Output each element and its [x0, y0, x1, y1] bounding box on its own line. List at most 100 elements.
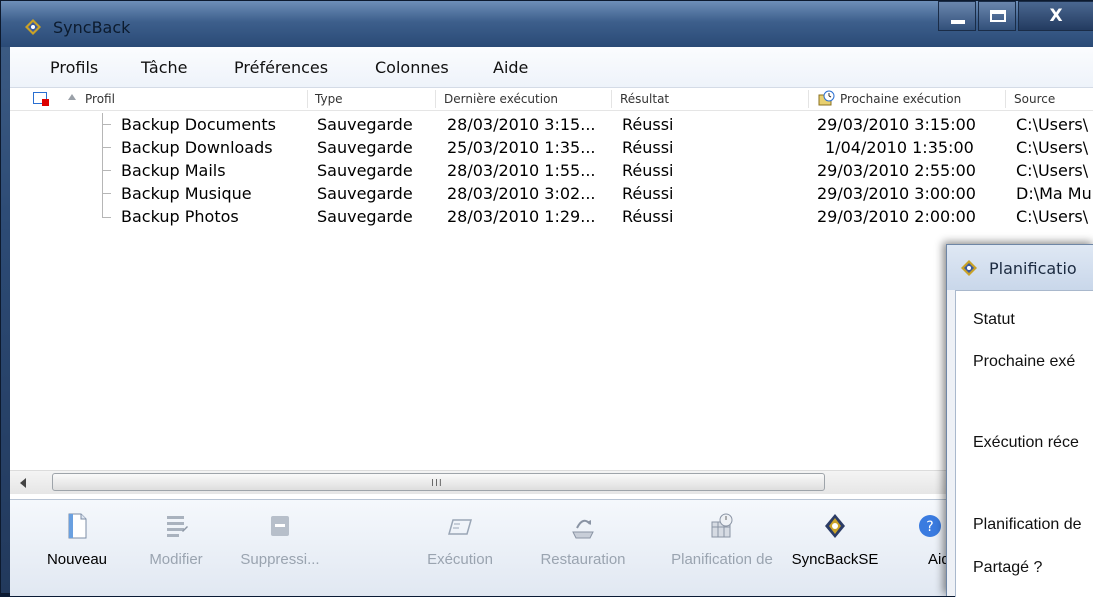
planification-button[interactable]: Planification de: [660, 500, 784, 596]
cell-source: C:\Users\: [1016, 115, 1089, 134]
cell-derniere-execution: 28/03/2010 1:55...: [447, 161, 596, 180]
dialog-body: Statut Prochaine exé Exécution réce Plan…: [955, 290, 1093, 597]
menu-bar: Profils Tâche Préférences Colonnes Aide: [10, 47, 1093, 88]
profile-row[interactable]: Backup Musique Sauvegarde 28/03/2010 3:0…: [10, 182, 1093, 205]
title-bar[interactable]: SyncBack X: [1, 1, 1093, 47]
column-divider[interactable]: [611, 90, 612, 108]
help-icon: ?: [919, 515, 941, 537]
cell-derniere-execution: 25/03/2010 1:35...: [447, 138, 596, 157]
scrollbar-grip: III: [431, 478, 443, 489]
cell-type: Sauvegarde: [317, 207, 413, 226]
svg-text:?: ?: [926, 519, 933, 535]
cell-resultat: Réussi: [622, 184, 674, 203]
column-divider[interactable]: [307, 90, 308, 108]
profile-row[interactable]: Backup Downloads Sauvegarde 25/03/2010 1…: [10, 136, 1093, 159]
cell-profil: Backup Documents: [121, 115, 276, 134]
maximize-button[interactable]: [978, 1, 1016, 31]
cell-derniere-execution: 28/03/2010 3:02...: [447, 184, 596, 203]
cell-source: C:\Users\: [1016, 207, 1089, 226]
planification-label: Planification de: [973, 516, 1082, 533]
restauration-label: Restauration: [540, 551, 626, 568]
nouveau-label: Nouveau: [46, 551, 108, 568]
statut-label: Statut: [973, 311, 1015, 328]
syncbackse-button[interactable]: SyncBackSE: [784, 500, 886, 596]
column-header-resultat[interactable]: Résultat: [620, 92, 669, 106]
cell-type: Sauvegarde: [317, 161, 413, 180]
suppression-button[interactable]: Suppressi...: [232, 500, 328, 596]
aide-button[interactable]: ? Aid: [916, 500, 946, 596]
syncbackse-label: SyncBackSE: [791, 551, 879, 568]
modifier-button[interactable]: Modifier: [142, 500, 210, 596]
cell-resultat: Réussi: [622, 138, 674, 157]
column-header-type[interactable]: Type: [315, 92, 343, 106]
dialog-title: Planificatio: [989, 259, 1077, 278]
cell-type: Sauvegarde: [317, 184, 413, 203]
cell-type: Sauvegarde: [317, 115, 413, 134]
cell-prochaine-execution: 29/03/2010 2:55:00: [817, 161, 976, 180]
column-header-profil[interactable]: Profil: [85, 92, 115, 106]
scroll-left-arrow-icon[interactable]: [20, 478, 26, 488]
menu-aide[interactable]: Aide: [493, 58, 528, 77]
menu-colonnes[interactable]: Colonnes: [375, 58, 449, 77]
scrollbar-thumb[interactable]: III: [52, 473, 825, 491]
syncback-app-icon: [25, 19, 41, 35]
cell-resultat: Réussi: [622, 207, 674, 226]
list-header: Profil Type Dernière exécution Résultat …: [10, 88, 1093, 111]
client-area: Profils Tâche Préférences Colonnes Aide …: [10, 47, 1093, 596]
column-chooser-icon[interactable]: [33, 92, 49, 106]
syncback-window: SyncBack X Profils Tâche Préférences Col…: [0, 0, 1093, 597]
restauration-button[interactable]: Restauration: [530, 500, 636, 596]
cell-source: C:\Users\: [1016, 161, 1089, 180]
column-divider[interactable]: [1005, 90, 1006, 108]
minimize-button[interactable]: [938, 1, 976, 31]
edit-list-icon: [167, 516, 188, 537]
horizontal-scrollbar[interactable]: III: [10, 470, 946, 494]
cell-source: C:\Users\: [1016, 138, 1089, 157]
cell-resultat: Réussi: [622, 115, 674, 134]
profile-row[interactable]: Backup Mails Sauvegarde 28/03/2010 1:55.…: [10, 159, 1093, 182]
cell-derniere-execution: 28/03/2010 3:15...: [447, 115, 596, 134]
cell-prochaine-execution: 29/03/2010 3:00:00: [817, 184, 976, 203]
schedule-icon: [711, 513, 733, 538]
cell-prochaine-execution: 29/03/2010 3:15:00: [817, 115, 976, 134]
schedule-clock-icon: [818, 90, 835, 106]
dialog-title-bar[interactable]: Planificatio: [947, 245, 1093, 290]
execution-button[interactable]: Exécution: [416, 500, 504, 596]
profile-row[interactable]: Backup Documents Sauvegarde 28/03/2010 3…: [10, 113, 1093, 136]
run-icon: [448, 519, 472, 535]
syncbackse-icon: [825, 514, 845, 538]
menu-preferences[interactable]: Préférences: [234, 58, 328, 77]
cell-prochaine-execution: 1/04/2010 1:35:00: [825, 138, 974, 157]
partage-label: Partagé ?: [973, 559, 1043, 576]
column-divider[interactable]: [435, 90, 436, 108]
nouveau-button[interactable]: Nouveau: [34, 500, 120, 596]
cell-prochaine-execution: 29/03/2010 2:00:00: [817, 207, 976, 226]
sort-ascending-icon: [68, 94, 76, 100]
column-header-source[interactable]: Source: [1014, 92, 1055, 106]
cell-source: D:\Ma Mu: [1016, 184, 1092, 203]
prochaine-execution-label: Prochaine exé: [973, 353, 1076, 370]
column-divider[interactable]: [808, 90, 809, 108]
cell-type: Sauvegarde: [317, 138, 413, 157]
column-header-derniere-execution[interactable]: Dernière exécution: [444, 92, 558, 106]
close-icon: X: [1049, 6, 1063, 26]
cell-resultat: Réussi: [622, 161, 674, 180]
cell-profil: Backup Mails: [121, 161, 226, 180]
bottom-toolbar: Nouveau Modifier Suppressi... Exécution …: [10, 499, 946, 596]
cell-derniere-execution: 28/03/2010 1:29...: [447, 207, 596, 226]
menu-profils[interactable]: Profils: [50, 58, 98, 77]
restore-icon: [572, 519, 594, 539]
column-header-prochaine-execution[interactable]: Prochaine exécution: [840, 92, 961, 106]
delete-icon: [271, 516, 289, 536]
minimize-icon: [951, 20, 965, 24]
syncback-app-icon: [961, 260, 977, 276]
close-button[interactable]: X: [1018, 1, 1093, 31]
cell-profil: Backup Photos: [121, 207, 239, 226]
modifier-label: Modifier: [149, 551, 203, 568]
maximize-icon: [990, 10, 1006, 22]
profile-row[interactable]: Backup Photos Sauvegarde 28/03/2010 1:29…: [10, 205, 1093, 228]
planification-dialog: Planificatio Statut Prochaine exé Exécut…: [946, 244, 1093, 597]
menu-tache[interactable]: Tâche: [141, 58, 188, 77]
aide-label: Aid: [928, 551, 946, 568]
planification-label: Planification de: [671, 551, 773, 568]
